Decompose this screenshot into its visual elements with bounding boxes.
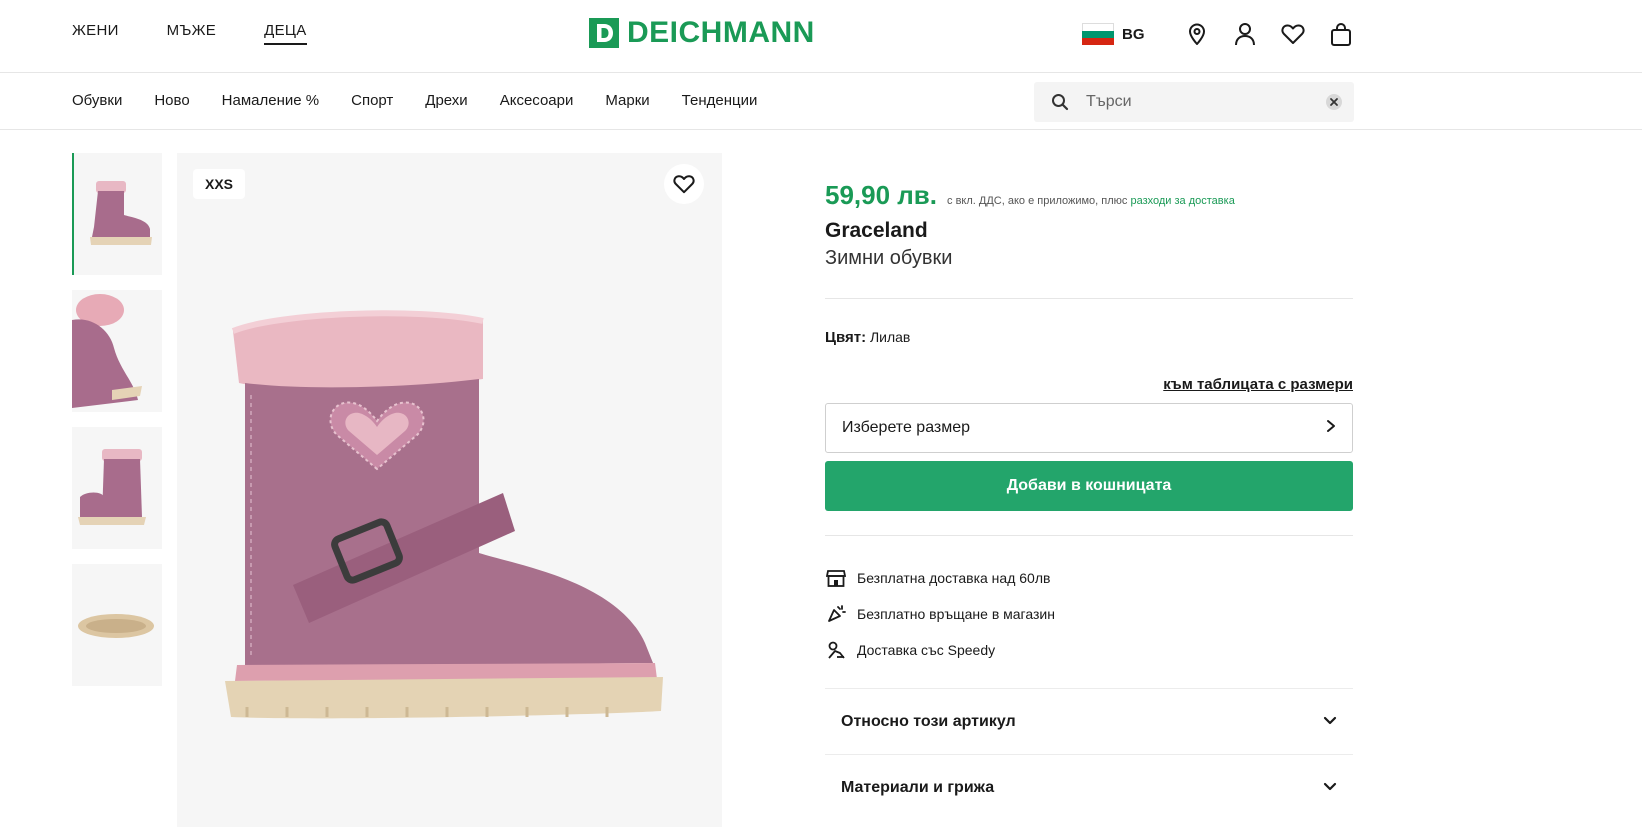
color-value: Лилав <box>869 329 911 345</box>
category-accessories[interactable]: Аксесоари <box>500 92 574 109</box>
accordion-materials-care[interactable]: Материали и грижа <box>825 754 1353 820</box>
heart-icon <box>673 175 695 194</box>
nav-women[interactable]: ЖЕНИ <box>72 22 119 45</box>
return-icon <box>825 604 847 624</box>
add-to-cart-button[interactable]: Добави в кошницата <box>825 461 1353 511</box>
delivery-icon <box>825 640 847 660</box>
perk-free-delivery: Безплатна доставка над 60лв <box>825 560 1353 596</box>
thumbnail-detail-view[interactable] <box>72 290 162 412</box>
size-select-label: Изберете размер <box>842 419 971 436</box>
deichmann-logo[interactable]: DEICHMANN <box>589 18 815 48</box>
price-note: с вкл. ДДС, ако е приложимо, плюс разход… <box>947 195 1235 207</box>
category-brands[interactable]: Марки <box>605 92 649 109</box>
header-actions: BG <box>1082 20 1365 48</box>
perks-list: Безплатна доставка над 60лв Безплатно вр… <box>825 560 1353 668</box>
nav-men[interactable]: МЪЖЕ <box>167 22 216 45</box>
chevron-down-icon <box>1323 713 1337 731</box>
accordion-list: Относно този артикул Материали и грижа <box>825 688 1353 820</box>
search-input[interactable]: Търси <box>1086 93 1314 111</box>
boot-illustration <box>225 310 663 719</box>
store-icon <box>825 569 847 587</box>
wishlist-icon[interactable] <box>1269 20 1317 48</box>
bg-flag-icon[interactable] <box>1082 23 1114 45</box>
accordion-title: Материали и грижа <box>841 778 995 796</box>
divider <box>825 298 1353 299</box>
category-trends[interactable]: Тенденции <box>682 92 758 109</box>
category-nav: Обувки Ново Намаление % Спорт Дрехи Аксе… <box>72 92 757 109</box>
nav-kids[interactable]: ДЕЦА <box>264 22 307 45</box>
accordion-about-item[interactable]: Относно този артикул <box>825 688 1353 754</box>
bag-icon[interactable] <box>1317 20 1365 48</box>
price-row: 59,90 лв. с вкл. ДДС, ако е приложимо, п… <box>825 180 1353 211</box>
color-label: Цвят: <box>825 329 867 346</box>
location-icon[interactable] <box>1173 20 1221 48</box>
category-sale[interactable]: Намаление % <box>222 92 319 109</box>
search-bar[interactable]: Търси <box>1034 82 1354 122</box>
category-clothes[interactable]: Дрехи <box>425 92 467 109</box>
top-header: ЖЕНИ МЪЖЕ ДЕЦА DEICHMANN BG <box>0 0 1642 73</box>
size-select[interactable]: Изберете размер <box>825 403 1353 453</box>
main-product-image[interactable]: XXS <box>177 153 722 827</box>
perk-free-return: Безплатно връщане в магазин <box>825 596 1353 632</box>
color-info: Цвят: Лилав <box>825 329 1353 346</box>
add-to-wishlist-button[interactable] <box>664 164 704 204</box>
category-shoes[interactable]: Обувки <box>72 92 122 109</box>
thumbnail-back-view[interactable] <box>72 427 162 549</box>
category-bar: Обувки Ново Намаление % Спорт Дрехи Аксе… <box>0 74 1642 130</box>
logo-text: DEICHMANN <box>627 16 815 49</box>
category-sport[interactable]: Спорт <box>351 92 393 109</box>
category-new[interactable]: Ново <box>154 92 189 109</box>
perk-text: Безплатна доставка над 60лв <box>857 570 1051 586</box>
divider <box>825 535 1353 536</box>
thumbnail-list <box>72 153 162 701</box>
size-table-link[interactable]: към таблицата с размери <box>825 376 1353 393</box>
shipping-cost-link[interactable]: разходи за доставка <box>1130 195 1234 207</box>
product-price: 59,90 лв. <box>825 180 938 210</box>
product-name: Зимни обувки <box>825 247 953 269</box>
country-code[interactable]: BG <box>1122 26 1145 43</box>
clear-search-icon[interactable] <box>1314 94 1354 110</box>
product-info: 59,90 лв. с вкл. ДДС, ако е приложимо, п… <box>825 153 1353 820</box>
thumbnail-sole-view[interactable] <box>72 564 162 686</box>
perk-text: Доставка със Speedy <box>857 642 996 658</box>
perk-text: Безплатно връщане в магазин <box>857 606 1055 622</box>
accordion-title: Относно този артикул <box>841 712 1016 730</box>
product-brand: Graceland <box>825 219 928 242</box>
thumbnail-side-view[interactable] <box>72 153 162 275</box>
account-icon[interactable] <box>1221 20 1269 48</box>
logo-mark <box>589 18 619 48</box>
chevron-right-icon <box>1326 419 1336 438</box>
gender-nav: ЖЕНИ МЪЖЕ ДЕЦА <box>72 22 307 45</box>
size-badge: XXS <box>193 169 245 199</box>
search-icon <box>1034 93 1086 111</box>
vat-note: с вкл. ДДС, ако е приложимо, плюс <box>947 195 1128 207</box>
chevron-down-icon <box>1323 779 1337 797</box>
perk-speedy-delivery: Доставка със Speedy <box>825 632 1353 668</box>
